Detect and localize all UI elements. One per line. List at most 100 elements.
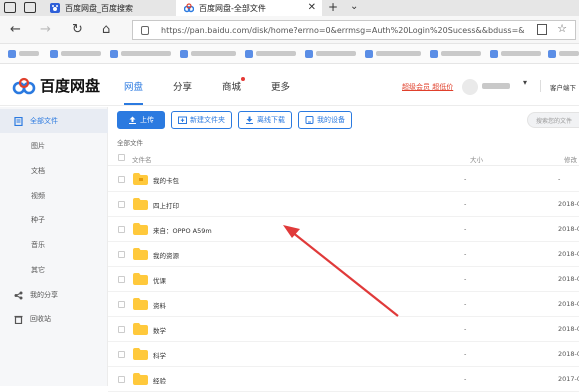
upload-button[interactable]: 上传 [117,111,165,129]
table-header: 文件名 大小 修改 [108,150,579,166]
bookmark-item[interactable] [490,49,541,58]
forward-arrow-icon[interactable]: → [40,22,51,37]
table-row[interactable]: 四上打印 - 2018-0 [108,192,579,217]
chevron-down-icon[interactable]: ▾ [523,78,527,87]
nav-disk[interactable]: 网盘 [124,79,144,105]
sidebar-item-images[interactable]: 图片 [0,134,108,158]
chevron-down-icon[interactable]: ⌄ [350,1,358,12]
search-input[interactable]: 搜索您的文件 [527,112,579,128]
file-name[interactable]: 数学 [153,325,166,335]
file-date: 2018-0 [558,225,579,233]
row-checkbox[interactable] [118,301,125,308]
nav-more[interactable]: 更多 [271,79,290,93]
bookmark-icon [430,49,438,58]
username-blurred[interactable] [482,83,510,89]
file-name[interactable]: 科学 [153,350,166,360]
avatar[interactable] [462,79,478,95]
bookmark-item[interactable] [548,49,579,58]
folder-icon [133,273,148,285]
address-bar[interactable]: https://pan.baidu.com/disk/home?errno=0&… [132,20,576,40]
file-name[interactable]: 经验 [153,375,166,385]
bookmarks-bar [0,44,579,64]
sidebar-item-music[interactable]: 音乐 [0,233,108,257]
bookmark-item[interactable] [50,49,101,58]
folder-icon [133,373,148,385]
row-checkbox[interactable] [118,376,125,383]
reader-icon[interactable] [537,24,547,35]
new-tab-button[interactable]: + [328,0,338,14]
table-row[interactable]: 资料 - 2018-0 [108,292,579,317]
nav-share[interactable]: 分享 [173,79,192,93]
my-devices-label: 我的设备 [317,116,345,124]
nav-mall[interactable]: 商城 [222,77,246,93]
sidebar-item-all-files[interactable]: 全部文件 [0,109,108,133]
folder-icon [133,223,148,235]
card-folder-icon [133,173,148,185]
bookmark-icon [365,49,373,58]
sidebar-item-recycle-bin[interactable]: 回收站 [0,307,108,331]
sidebar: 全部文件 图片 文档 视频 种子 音乐 其它 我的分享 回收站 [0,107,108,386]
row-checkbox[interactable] [118,351,125,358]
bookmark-icon [8,49,16,58]
row-checkbox[interactable] [118,201,125,208]
upload-icon [129,116,136,124]
bookmark-item[interactable] [305,49,356,58]
bookmark-item[interactable] [8,49,39,58]
column-header-name[interactable]: 文件名 [132,154,152,164]
column-header-modified[interactable]: 修改 [564,154,577,164]
row-checkbox[interactable] [118,251,125,258]
home-icon[interactable]: ⌂ [102,22,110,37]
my-devices-button[interactable]: 我的设备 [298,111,352,129]
sidebar-item-other[interactable]: 其它 [0,258,108,282]
offline-download-label: 离线下载 [257,116,285,124]
file-name[interactable]: 我的资源 [153,250,179,260]
row-checkbox[interactable] [118,276,125,283]
row-checkbox[interactable] [118,176,125,183]
app-menu-icon[interactable] [4,2,16,13]
new-folder-button[interactable]: 新建文件夹 [171,111,232,129]
row-checkbox[interactable] [118,326,125,333]
close-tab-icon[interactable]: ✕ [308,2,316,13]
file-name[interactable]: 资料 [153,300,166,310]
file-name[interactable]: 四上打印 [153,200,179,210]
table-row[interactable]: 我的资源 - 2018-0 [108,242,579,267]
tab-actions-icon[interactable] [24,2,36,13]
window-system-icons [4,2,36,13]
star-icon[interactable]: ☆ [557,22,567,35]
bookmark-item[interactable] [110,49,171,58]
file-name[interactable]: 来自：OPPO A59m [153,225,212,235]
sidebar-item-label: 我的分享 [30,291,58,299]
select-all-checkbox[interactable] [118,154,125,161]
column-header-size[interactable]: 大小 [470,154,483,164]
bookmark-item[interactable] [365,49,421,58]
table-row[interactable]: 优课 - 2018-0 [108,267,579,292]
sidebar-item-torrents[interactable]: 种子 [0,208,108,232]
offline-download-button[interactable]: 离线下载 [238,111,292,129]
browser-tab-pan[interactable]: 百度网盘-全部文件 ✕ [176,0,322,16]
bookmark-item[interactable] [245,49,296,58]
bookmark-item[interactable] [180,49,236,58]
table-row[interactable]: 经验 - 2017-0 [108,367,579,392]
sidebar-item-documents[interactable]: 文档 [0,159,108,183]
table-row[interactable]: 数学 - 2018-0 [108,317,579,342]
client-download-link[interactable]: 客户端下 [550,82,576,92]
file-date: 2017-0 [558,375,579,383]
sidebar-item-videos[interactable]: 视频 [0,184,108,208]
table-row[interactable]: 我的卡包 - - [108,167,579,192]
divider [540,80,541,92]
browser-tab-search[interactable]: 百度网盘_百度搜索 [44,0,174,16]
bookmark-item[interactable] [430,49,481,58]
table-row[interactable]: 科学 - 2018-0 [108,342,579,367]
baidu-paw-icon [50,3,60,13]
table-row[interactable]: 来自：OPPO A59m - 2018-0 [108,217,579,242]
refresh-icon[interactable]: ↻ [72,22,83,37]
bookmark-icon [110,49,118,58]
vip-link[interactable]: 超级会员 超低价 [402,82,453,92]
file-name[interactable]: 我的卡包 [153,175,179,185]
row-checkbox[interactable] [118,226,125,233]
file-name[interactable]: 优课 [153,275,166,285]
brand-logo[interactable]: 百度网盘 [12,75,100,96]
back-arrow-icon[interactable]: ← [10,22,21,37]
breadcrumb: 全部文件 [117,139,143,147]
sidebar-item-my-shares[interactable]: 我的分享 [0,283,108,307]
